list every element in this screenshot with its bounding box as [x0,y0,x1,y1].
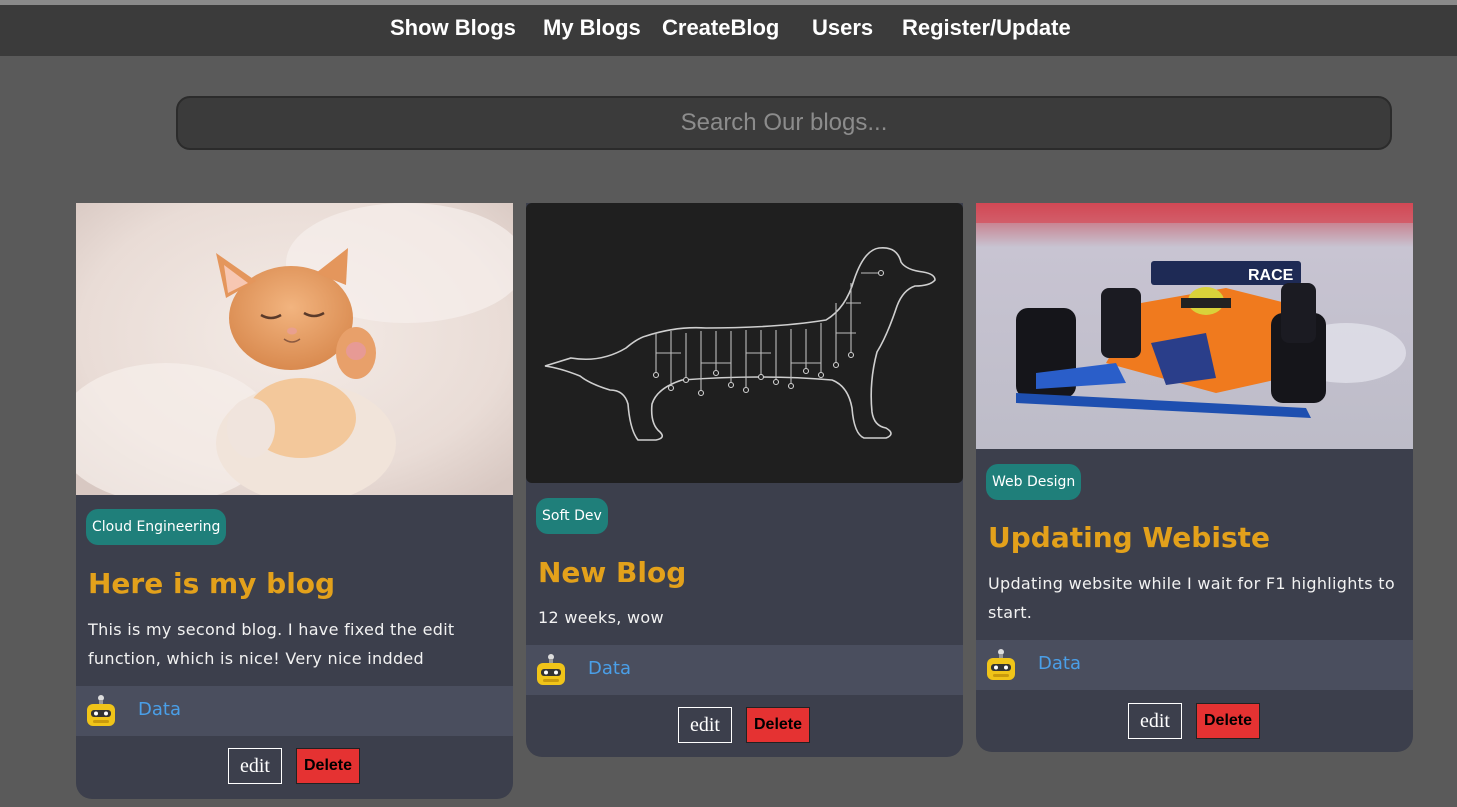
blog-card: RACE Web Design Updating Webiste Updatin… [976,203,1413,752]
robot-avatar-icon [87,695,115,726]
robot-avatar-icon [537,654,565,685]
cat-kitten-photo [76,203,513,495]
delete-button[interactable]: Delete [1196,703,1260,739]
author-row: Data [76,686,513,736]
author-row: Data [526,645,963,695]
nav-create-blog[interactable]: CreateBlog [662,15,779,41]
author-link[interactable]: Data [138,699,181,720]
blog-excerpt: Updating website while I wait for F1 hig… [988,574,1395,622]
category-tag[interactable]: Soft Dev [536,498,608,534]
circuit-dachshund-illustration [526,203,963,483]
search-input[interactable]: Search Our blogs... [176,96,1392,150]
blog-card-image: RACE [976,203,1413,449]
blog-title[interactable]: Here is my blog [88,567,335,600]
car-livery-text: RACE [1248,267,1294,284]
delete-button[interactable]: Delete [746,707,810,743]
robot-avatar-icon [987,649,1015,680]
author-link[interactable]: Data [588,658,631,679]
blog-card-image [76,203,513,495]
f1-race-car-photo: RACE [976,203,1413,449]
blog-card: Cloud Engineering Here is my blog This i… [76,203,513,799]
blog-card: Soft Dev New Blog 12 weeks, wow Data edi… [526,203,963,757]
category-tag[interactable]: Cloud Engineering [86,509,227,545]
top-navbar: Show Blogs My Blogs CreateBlog Users Reg… [0,5,1457,56]
blog-card-image [526,203,963,483]
author-row: Data [976,640,1413,690]
blog-title[interactable]: Updating Webiste [988,521,1270,554]
search-placeholder: Search Our blogs... [680,109,888,136]
blog-excerpt: This is my second blog. I have fixed the… [88,620,455,668]
nav-register-update[interactable]: Register/Update [902,15,1071,41]
author-link[interactable]: Data [1038,653,1081,674]
delete-button[interactable]: Delete [296,748,360,784]
nav-show-blogs[interactable]: Show Blogs [390,15,516,41]
nav-users[interactable]: Users [812,15,873,41]
edit-button[interactable]: edit [1128,703,1182,739]
nav-my-blogs[interactable]: My Blogs [543,15,641,41]
edit-button[interactable]: edit [228,748,282,784]
category-tag[interactable]: Web Design [986,464,1082,500]
blog-excerpt: 12 weeks, wow [538,608,664,627]
edit-button[interactable]: edit [678,707,732,743]
blog-title[interactable]: New Blog [538,556,686,589]
